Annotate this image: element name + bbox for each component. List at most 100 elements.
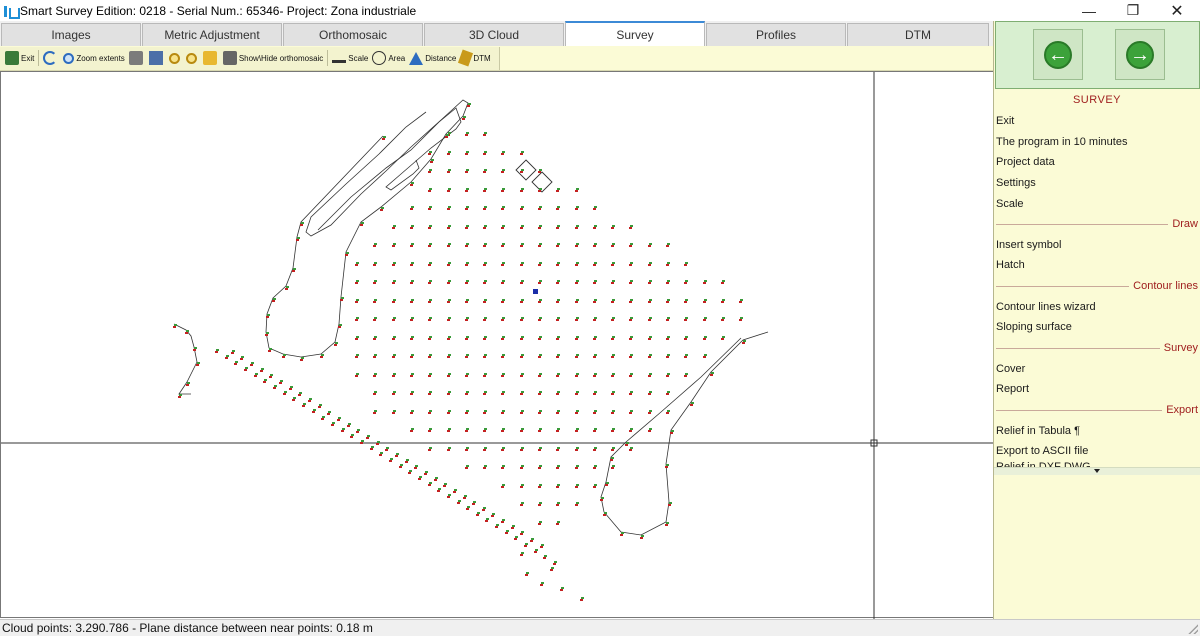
survey-point [483,507,486,509]
previous-button[interactable]: ← [1033,29,1083,80]
survey-point [557,225,560,227]
tab-metric-adjustment[interactable]: Metric Adjustment [142,23,282,46]
survey-point [521,552,524,554]
survey-point [594,391,597,393]
open-folder-button[interactable] [201,48,221,68]
zoom-extents-button[interactable]: Zoom extents [61,48,126,68]
survey-point [374,243,377,245]
menu-cover[interactable]: Cover [996,363,1025,375]
channel-outline-inner [317,107,462,231]
tab-orthomosaic[interactable]: Orthomosaic [283,23,423,46]
survey-plot[interactable] [1,72,994,619]
survey-point-marker [283,393,286,395]
menu-report[interactable]: Report [996,383,1029,395]
survey-point [429,482,432,484]
survey-point [374,336,377,338]
survey-point [630,299,633,301]
survey-point [448,206,451,208]
survey-point [576,243,579,245]
tab-images[interactable]: Images [1,23,141,46]
menu-project-data[interactable]: Project data [996,156,1055,168]
survey-point [671,430,674,432]
survey-point-marker [501,282,504,284]
survey-point [484,151,487,153]
survey-point-marker [670,432,673,434]
resize-grip-icon[interactable] [1188,624,1198,634]
survey-point-marker [298,394,301,396]
next-button[interactable]: → [1115,29,1165,80]
survey-point [374,299,377,301]
tab-survey[interactable]: Survey [565,21,705,46]
survey-point [448,225,451,227]
survey-point-marker [428,301,431,303]
survey-point-marker [485,520,488,522]
restore-button[interactable]: ❐ [1110,0,1156,21]
survey-point-marker [556,245,559,247]
panel-scroll-down[interactable] [994,467,1200,475]
survey-point-marker [593,245,596,247]
survey-point-marker [447,301,450,303]
survey-point [473,501,476,503]
survey-point-marker [410,356,413,358]
menu-contour-lines-wizard[interactable]: Contour lines wizard [996,301,1096,313]
layers-button[interactable] [147,48,167,68]
tab-3d-cloud[interactable]: 3D Cloud [424,23,564,46]
close-button[interactable]: ✕ [1154,0,1200,21]
area-tool-button[interactable]: Area [370,48,407,68]
menu-relief-in-tabula[interactable]: Relief in Tabula ¶ [996,425,1080,437]
survey-point [377,441,380,443]
menu-sloping-surface[interactable]: Sloping surface [996,321,1072,333]
survey-point [466,299,469,301]
menu-exit[interactable]: Exit [996,115,1014,127]
survey-point-marker [538,467,541,469]
survey-point [557,391,560,393]
survey-point [411,373,414,375]
survey-point-marker [465,190,468,192]
survey-points-layer [173,103,746,601]
zoom-in-button[interactable] [167,48,184,68]
tab-profiles[interactable]: Profiles [706,23,846,46]
show-hide-orthomosaic-button[interactable]: Show\Hide orthomosaic [221,48,325,68]
survey-point [502,484,505,486]
survey-point-marker [447,356,450,358]
survey-point [429,151,432,153]
survey-point [521,428,524,430]
menu-scale[interactable]: Scale [996,198,1024,210]
survey-point-marker [392,356,395,358]
survey-point-marker [620,534,623,536]
survey-point-marker [629,227,632,229]
survey-point-marker [543,557,546,559]
exit-tool-button[interactable]: Exit [3,48,36,68]
menu-insert-symbol[interactable]: Insert symbol [996,239,1061,251]
survey-point-marker [356,431,359,433]
survey-point-marker [520,533,523,535]
survey-point [502,391,505,393]
distance-tool-button[interactable]: Distance [407,48,458,68]
survey-point-marker [520,554,523,556]
menu-export-ascii[interactable]: Export to ASCII file [996,445,1088,457]
survey-point [415,465,418,467]
survey-drawing-canvas[interactable] [0,71,994,619]
survey-point [484,354,487,356]
survey-point [448,243,451,245]
print-button[interactable] [127,48,147,68]
minimize-button[interactable]: — [1066,0,1112,21]
zoom-out-button[interactable] [184,48,201,68]
survey-point-marker [312,411,315,413]
survey-point-marker [447,171,450,173]
tab-dtm[interactable]: DTM [847,23,989,46]
undo-tool-button[interactable] [41,48,61,68]
survey-point-marker [629,264,632,266]
survey-point-marker [392,301,395,303]
survey-point [630,262,633,264]
survey-point-marker [428,282,431,284]
menu-settings[interactable]: Settings [996,177,1036,189]
dtm-tool-button[interactable]: DTM [458,48,492,68]
scale-tool-button[interactable]: Scale [330,48,370,68]
survey-point [576,484,579,486]
survey-point-marker [265,334,268,336]
survey-point-marker [556,430,559,432]
menu-hatch[interactable]: Hatch [996,259,1025,271]
survey-point [561,587,564,589]
menu-program-in-10-minutes[interactable]: The program in 10 minutes [996,136,1127,148]
